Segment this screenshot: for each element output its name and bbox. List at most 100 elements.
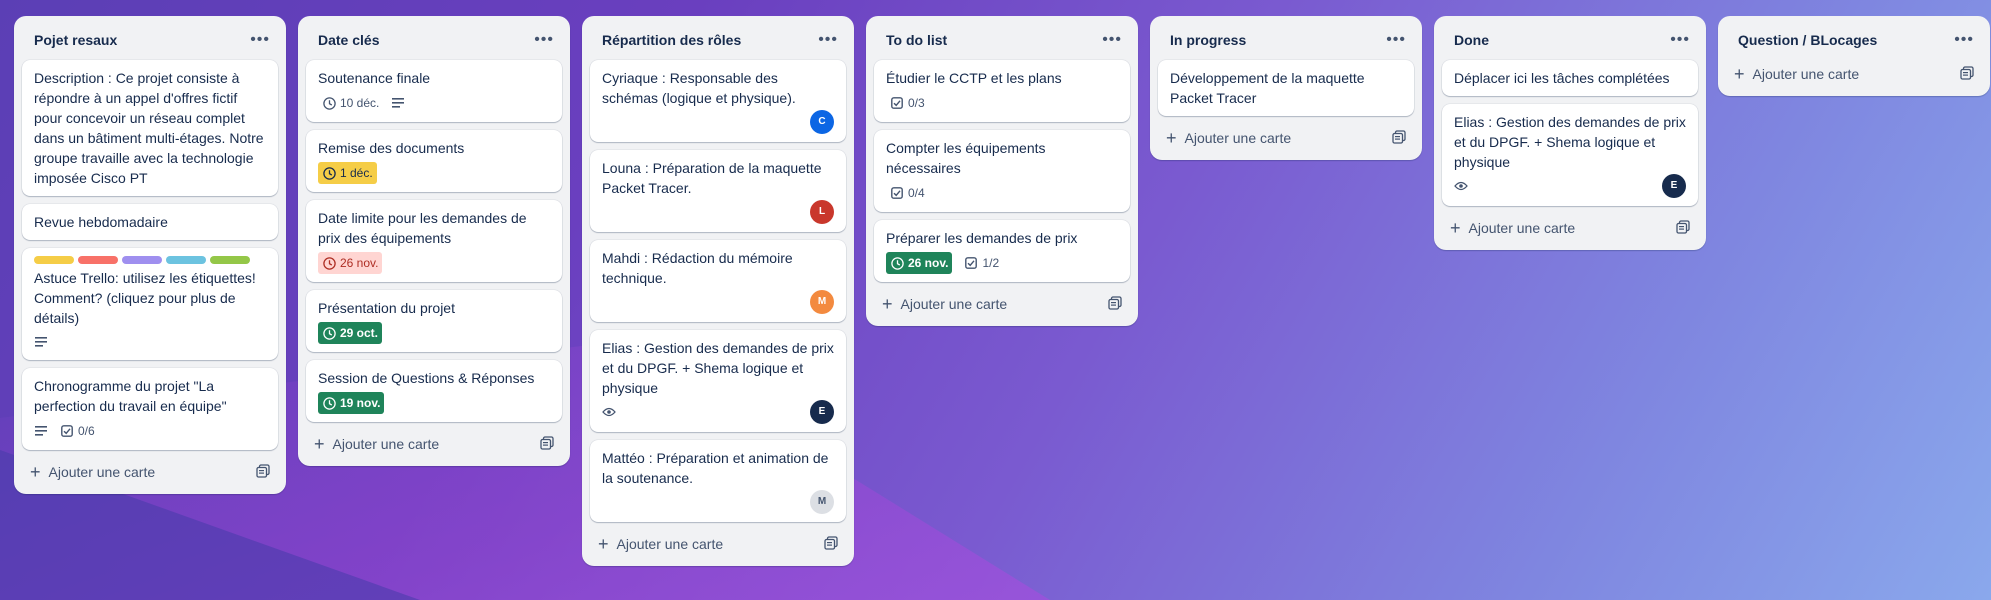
label-blue[interactable] [166, 256, 206, 264]
card-description[interactable]: Description : Ce projet consiste à répon… [22, 60, 278, 196]
member-avatar[interactable]: C [810, 110, 834, 134]
card-list: Développement de la maquette Packet Trac… [1158, 56, 1414, 120]
list-title[interactable]: Répartition des rôles [602, 32, 741, 48]
add-card-button[interactable]: + Ajouter une carte [1734, 65, 1859, 83]
create-from-template-icon[interactable] [1108, 295, 1122, 313]
list-title[interactable]: Pojet resaux [34, 32, 117, 48]
list-title[interactable]: Question / BLocages [1738, 32, 1877, 48]
card-title: Mattéo : Préparation et animation de la … [602, 450, 829, 486]
due-date-badge[interactable]: 29 oct. [318, 322, 383, 344]
clock-icon [322, 256, 336, 270]
add-card-row: + Ajouter une carte [22, 454, 278, 486]
due-date-text: 26 nov. [340, 256, 379, 270]
card-badges: 0/3 [886, 92, 1118, 114]
list-to-do: To do list ••• Étudier le CCTP et les pl… [866, 16, 1138, 326]
list-title[interactable]: To do list [886, 32, 947, 48]
card-elias[interactable]: Elias : Gestion des demandes de prix et … [590, 330, 846, 432]
card-badges: 1 déc. [318, 162, 550, 184]
list-header: Date clés ••• [306, 24, 562, 56]
due-date-badge[interactable]: 10 déc. [318, 92, 383, 114]
list-title[interactable]: Date clés [318, 32, 379, 48]
card-date-limite-demandes-prix[interactable]: Date limite pour les demandes de prix de… [306, 200, 562, 282]
card-badges: 0/4 [886, 182, 1118, 204]
plus-icon: + [1450, 218, 1461, 238]
list-menu-icon[interactable]: ••• [1102, 32, 1122, 48]
card-etudier-cctp[interactable]: Étudier le CCTP et les plans 0/3 [874, 60, 1130, 122]
create-from-template-icon[interactable] [1676, 219, 1690, 237]
card-title: Préparer les demandes de prix [886, 230, 1078, 246]
card-list: Déplacer ici les tâches complétées Elias… [1442, 56, 1698, 210]
create-from-template-icon[interactable] [540, 435, 554, 453]
add-card-button[interactable]: + Ajouter une carte [598, 535, 723, 553]
card-members: L [602, 200, 834, 224]
list-menu-icon[interactable]: ••• [818, 32, 838, 48]
card-mahdi[interactable]: Mahdi : Rédaction du mémoire technique. … [590, 240, 846, 322]
list-menu-icon[interactable]: ••• [534, 32, 554, 48]
due-date-badge[interactable]: 26 nov. [886, 252, 953, 274]
member-avatar[interactable]: M [810, 490, 834, 514]
card-preparer-demandes-prix[interactable]: Préparer les demandes de prix 26 nov. 1/… [874, 220, 1130, 282]
add-card-button[interactable]: + Ajouter une carte [882, 295, 1007, 313]
plus-icon: + [882, 294, 893, 314]
due-date-badge[interactable]: 1 déc. [318, 162, 377, 184]
create-from-template-icon[interactable] [1960, 65, 1974, 83]
card-revue-hebdomadaire[interactable]: Revue hebdomadaire [22, 204, 278, 240]
list-menu-icon[interactable]: ••• [250, 32, 270, 48]
card-badges: 29 oct. [318, 322, 550, 344]
member-avatar[interactable]: L [810, 200, 834, 224]
card-members: C [602, 110, 834, 134]
card-deplacer-taches[interactable]: Déplacer ici les tâches complétées [1442, 60, 1698, 96]
member-avatar[interactable]: E [810, 400, 834, 424]
card-list: Cyriaque : Responsable des schémas (logi… [590, 56, 846, 526]
card-astuce-trello[interactable]: Astuce Trello: utilisez les étiquettes! … [22, 248, 278, 360]
checklist-icon [890, 186, 904, 200]
label-red[interactable] [78, 256, 118, 264]
card-compter-equipements[interactable]: Compter les équipements nécessaires 0/4 [874, 130, 1130, 212]
card-elias-done[interactable]: Elias : Gestion des demandes de prix et … [1442, 104, 1698, 206]
create-from-template-icon[interactable] [256, 463, 270, 481]
due-date-badge[interactable]: 19 nov. [318, 392, 385, 414]
card-title: Déplacer ici les tâches complétées [1454, 70, 1670, 86]
add-card-button[interactable]: + Ajouter une carte [1166, 129, 1291, 147]
due-date-badge[interactable]: 26 nov. [318, 252, 383, 274]
list-title[interactable]: In progress [1170, 32, 1246, 48]
member-avatar[interactable]: M [810, 290, 834, 314]
add-card-label: Ajouter une carte [1184, 130, 1292, 146]
member-avatar[interactable]: E [1662, 174, 1686, 198]
list-menu-icon[interactable]: ••• [1954, 32, 1974, 48]
checklist-badge: 0/4 [886, 182, 929, 204]
card-matteo[interactable]: Mattéo : Préparation et animation de la … [590, 440, 846, 522]
list-menu-icon[interactable]: ••• [1670, 32, 1690, 48]
card-list: Description : Ce projet consiste à répon… [22, 56, 278, 454]
add-card-button[interactable]: + Ajouter une carte [30, 463, 155, 481]
label-yellow[interactable] [34, 256, 74, 264]
label-purple[interactable] [122, 256, 162, 264]
list-pojet-resaux: Pojet resaux ••• Description : Ce projet… [14, 16, 286, 494]
card-members: E [1454, 174, 1686, 198]
card-developpement-maquette[interactable]: Développement de la maquette Packet Trac… [1158, 60, 1414, 116]
description-icon [391, 96, 405, 110]
card-title: Compter les équipements nécessaires [886, 140, 1046, 176]
add-card-button[interactable]: + Ajouter une carte [314, 435, 439, 453]
create-from-template-icon[interactable] [824, 535, 838, 553]
list-title[interactable]: Done [1454, 32, 1489, 48]
card-soutenance-finale[interactable]: Soutenance finale 10 déc. [306, 60, 562, 122]
card-cyriaque[interactable]: Cyriaque : Responsable des schémas (logi… [590, 60, 846, 142]
card-louna[interactable]: Louna : Préparation de la maquette Packe… [590, 150, 846, 232]
add-card-label: Ajouter une carte [616, 536, 724, 552]
card-members: M [602, 290, 834, 314]
create-from-template-icon[interactable] [1392, 129, 1406, 147]
due-date-text: 19 nov. [340, 396, 381, 410]
card-list: Soutenance finale 10 déc. Remise des doc… [306, 56, 562, 426]
due-date-text: 10 déc. [340, 96, 380, 110]
description-icon [34, 335, 48, 349]
label-green[interactable] [210, 256, 250, 264]
card-remise-documents[interactable]: Remise des documents 1 déc. [306, 130, 562, 192]
add-card-button[interactable]: + Ajouter une carte [1450, 219, 1575, 237]
card-title: Cyriaque : Responsable des schémas (logi… [602, 70, 796, 106]
list-menu-icon[interactable]: ••• [1386, 32, 1406, 48]
card-chronogramme[interactable]: Chronogramme du projet "La perfection du… [22, 368, 278, 450]
card-presentation-projet[interactable]: Présentation du projet 29 oct. [306, 290, 562, 352]
add-card-label: Ajouter une carte [1468, 220, 1576, 236]
card-session-questions[interactable]: Session de Questions & Réponses 19 nov. [306, 360, 562, 422]
